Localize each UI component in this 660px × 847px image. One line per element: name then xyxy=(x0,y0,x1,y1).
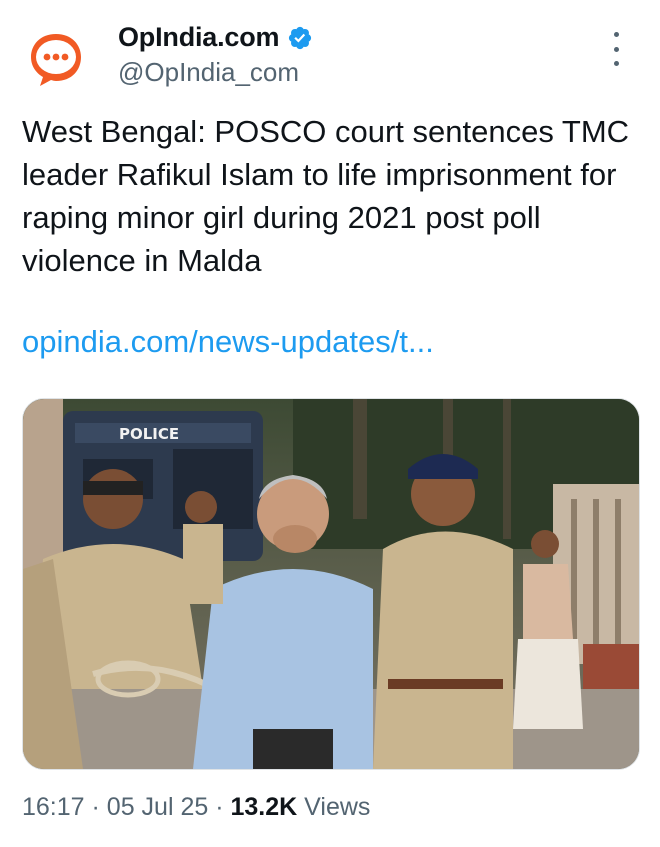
user-handle[interactable]: @OpIndia_com xyxy=(118,57,299,88)
meta-separator: · xyxy=(215,793,224,821)
van-text: POLICE xyxy=(119,425,179,443)
views-count: 13.2K xyxy=(230,793,298,821)
avatar[interactable] xyxy=(24,26,88,90)
news-photo: POLICE xyxy=(23,399,639,769)
display-name[interactable]: OpIndia.com xyxy=(118,22,280,53)
views-label: Views xyxy=(304,793,371,821)
tweet-text: West Bengal: POSCO court sentences TMC l… xyxy=(22,114,630,278)
meta-separator: · xyxy=(91,793,100,821)
speech-bubble-logo-icon xyxy=(25,27,87,89)
verified-badge-icon xyxy=(289,26,312,49)
tweet-link[interactable]: opindia.com/news-updates/t... xyxy=(22,324,434,360)
tweet-meta: 16:17 · 05 Jul 25 · 13.2K Views xyxy=(22,793,370,822)
tweet-card: OpIndia.com @OpIndia_com West Bengal: PO… xyxy=(0,0,660,847)
more-options-icon[interactable] xyxy=(606,32,626,66)
tweet-date[interactable]: 05 Jul 25 xyxy=(107,793,208,821)
name-row: OpIndia.com xyxy=(118,22,313,53)
tweet-image[interactable]: POLICE xyxy=(22,398,640,770)
tweet-time[interactable]: 16:17 xyxy=(22,793,85,821)
